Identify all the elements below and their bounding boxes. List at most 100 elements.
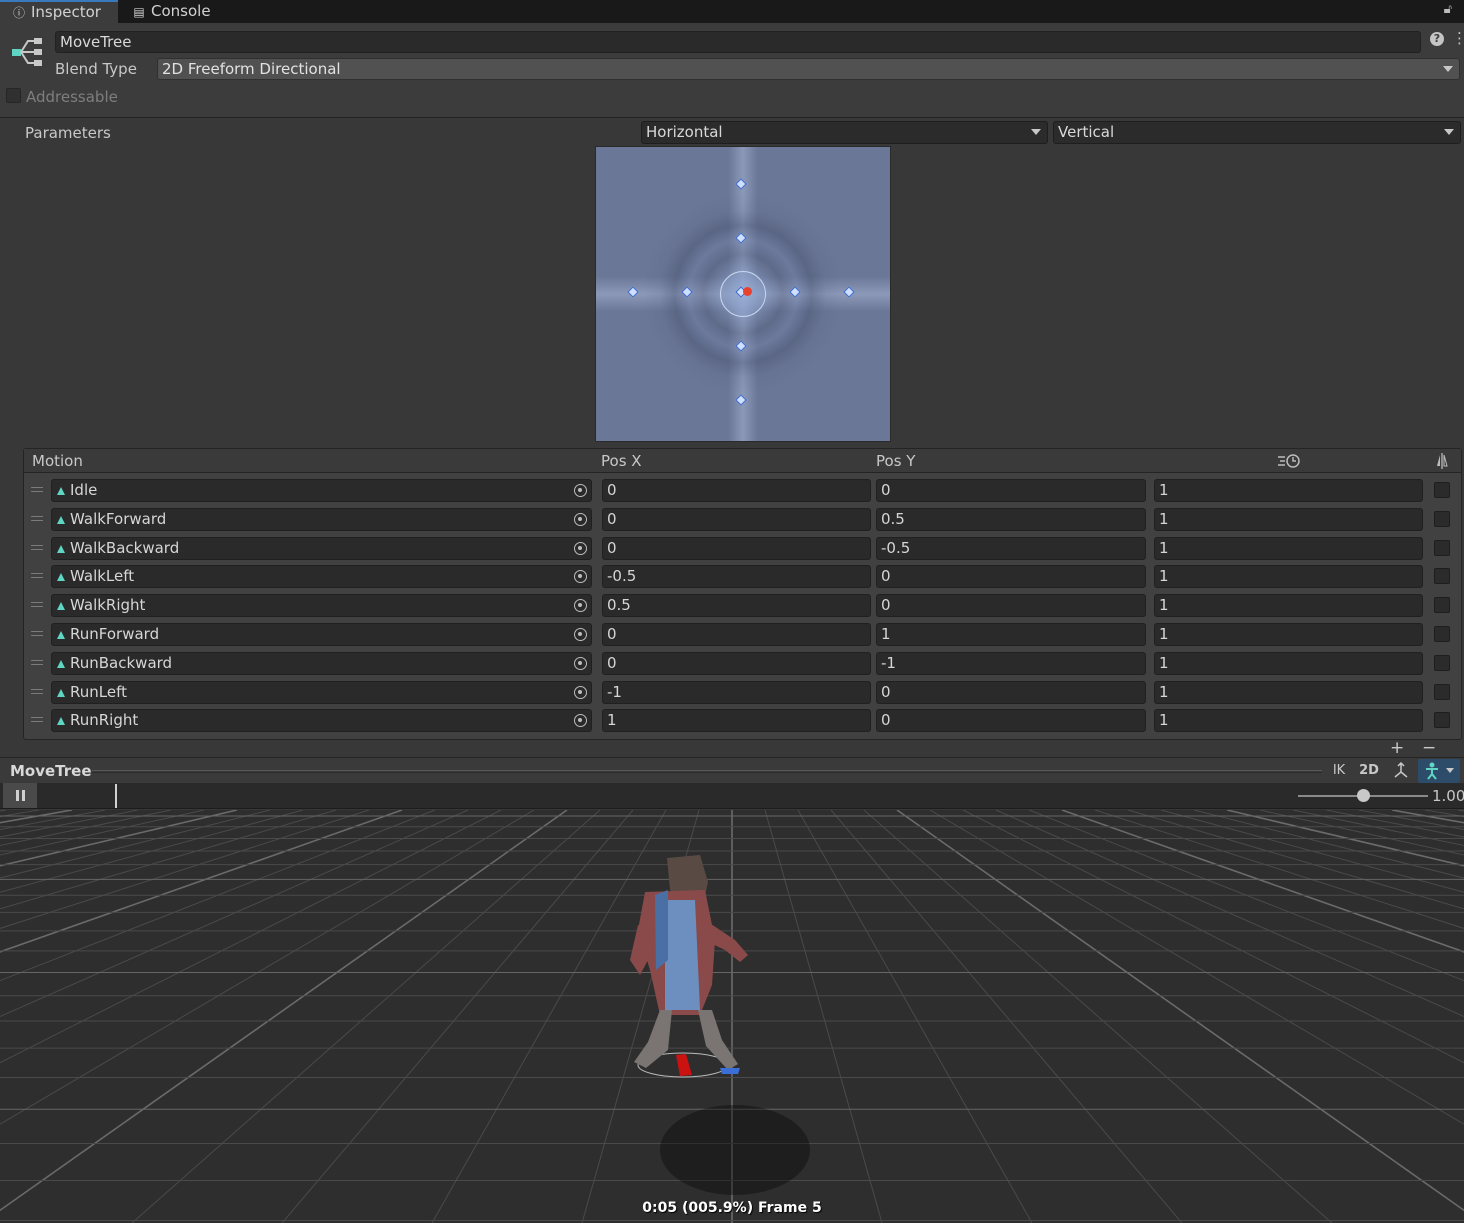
drag-handle-icon[interactable]: [31, 631, 43, 636]
playback-speed-knob[interactable]: [1357, 789, 1370, 802]
pos-y-field[interactable]: 0: [876, 594, 1146, 618]
pos-x-field[interactable]: 1: [602, 709, 871, 733]
object-picker-icon[interactable]: [574, 484, 587, 497]
object-picker-icon[interactable]: [574, 628, 587, 641]
time-scale-field[interactable]: 1: [1154, 680, 1423, 704]
timeline-scrubber[interactable]: [115, 784, 117, 808]
mirror-checkbox[interactable]: [1434, 539, 1450, 556]
drag-handle-icon[interactable]: [31, 487, 43, 492]
pos-y-field[interactable]: 0: [876, 680, 1146, 704]
blend-point[interactable]: [735, 232, 747, 244]
motion-field[interactable]: RunRight: [51, 709, 592, 733]
pause-button[interactable]: [3, 783, 37, 808]
motion-name: WalkForward: [70, 509, 167, 528]
motion-field[interactable]: WalkLeft: [51, 565, 592, 589]
blend-point[interactable]: [735, 394, 747, 406]
drag-handle-icon[interactable]: [31, 573, 43, 579]
object-picker-icon[interactable]: [574, 685, 587, 699]
mirror-checkbox[interactable]: [1434, 712, 1450, 729]
animation-clip-icon: [57, 688, 65, 697]
object-picker-icon[interactable]: [574, 656, 587, 670]
object-picker-icon[interactable]: [574, 512, 587, 526]
animation-clip-icon: [57, 602, 65, 611]
pos-y-field[interactable]: 1: [876, 623, 1146, 646]
mirror-checkbox[interactable]: [1434, 482, 1450, 498]
motion-field[interactable]: WalkRight: [51, 594, 592, 618]
motion-field[interactable]: RunLeft: [51, 680, 592, 704]
drag-handle-icon[interactable]: [31, 688, 43, 694]
object-picker-icon[interactable]: [574, 714, 587, 728]
pos-x-field[interactable]: -0.5: [602, 565, 871, 589]
motion-field[interactable]: WalkForward: [51, 507, 592, 531]
mirror-checkbox[interactable]: [1434, 683, 1450, 700]
tab-inspector[interactable]: ⓘ Inspector: [0, 0, 118, 23]
ik-toggle[interactable]: IK: [1327, 759, 1351, 783]
blend-point[interactable]: [735, 178, 747, 190]
pos-y-field[interactable]: -1: [876, 651, 1146, 675]
pos-x-field[interactable]: 0.5: [602, 594, 871, 618]
help-icon[interactable]: ?: [1430, 32, 1444, 46]
time-scale-field[interactable]: 1: [1154, 536, 1423, 560]
more-options-icon[interactable]: ⋮: [1452, 29, 1464, 47]
vertical-parameter-dropdown[interactable]: Vertical: [1053, 121, 1461, 144]
blend-point[interactable]: [843, 286, 855, 298]
mirror-checkbox[interactable]: [1434, 510, 1450, 527]
preview-drag-handle[interactable]: [92, 770, 1322, 773]
object-picker-icon[interactable]: [574, 541, 587, 555]
horizontal-parameter-dropdown[interactable]: Horizontal: [641, 121, 1048, 144]
drag-handle-icon[interactable]: [31, 659, 43, 665]
blend-type-dropdown[interactable]: 2D Freeform Directional: [157, 58, 1460, 80]
pos-x-field[interactable]: 0: [602, 536, 871, 560]
tab-console[interactable]: ▤ Console: [120, 0, 230, 23]
pos-y-field[interactable]: -0.5: [876, 536, 1146, 560]
pos-x-field[interactable]: 0: [602, 479, 871, 502]
table-row: RunBackward 0 -1 1: [24, 649, 1461, 678]
pivot-toggle[interactable]: [1387, 759, 1415, 783]
drag-handle-icon[interactable]: [31, 544, 43, 550]
time-scale-field[interactable]: 1: [1154, 651, 1423, 675]
time-scale-field[interactable]: 1: [1154, 565, 1423, 589]
pos-y-field[interactable]: 0.5: [876, 507, 1146, 531]
add-motion-button[interactable]: +: [1390, 740, 1404, 757]
blend-point[interactable]: [789, 286, 801, 298]
motion-field[interactable]: Idle: [51, 479, 592, 502]
remove-motion-button[interactable]: −: [1422, 740, 1436, 757]
current-blend-position[interactable]: [743, 287, 752, 296]
object-picker-icon[interactable]: [574, 599, 587, 613]
drag-handle-icon[interactable]: [31, 717, 43, 723]
time-scale-field[interactable]: 1: [1154, 479, 1423, 502]
2d-toggle[interactable]: 2D: [1356, 759, 1382, 783]
mirror-checkbox[interactable]: [1434, 568, 1450, 585]
mirror-checkbox[interactable]: [1434, 597, 1450, 614]
motion-field[interactable]: WalkBackward: [51, 536, 592, 560]
motion-field[interactable]: RunForward: [51, 623, 592, 646]
lock-icon[interactable]: 🔓︎: [1444, 2, 1452, 17]
avatar-preview-dropdown[interactable]: [1418, 759, 1460, 783]
blend-space-visualizer[interactable]: [595, 146, 891, 442]
character-model: [630, 855, 810, 1195]
chevron-down-icon: [1031, 129, 1041, 135]
pos-x-field[interactable]: 0: [602, 507, 871, 531]
mirror-checkbox[interactable]: [1434, 626, 1450, 642]
pos-x-field[interactable]: 0: [602, 651, 871, 675]
addressable-checkbox[interactable]: [6, 88, 21, 103]
name-field[interactable]: MoveTree: [55, 31, 1421, 53]
pos-y-field[interactable]: 0: [876, 709, 1146, 733]
time-scale-field[interactable]: 1: [1154, 507, 1423, 531]
object-picker-icon[interactable]: [574, 570, 587, 584]
motion-field[interactable]: RunBackward: [51, 651, 592, 675]
pos-y-field[interactable]: 0: [876, 565, 1146, 589]
mirror-checkbox[interactable]: [1434, 654, 1450, 671]
preview-viewport[interactable]: [0, 810, 1464, 1223]
time-scale-field[interactable]: 1: [1154, 594, 1423, 618]
blend-point[interactable]: [681, 286, 693, 298]
time-scale-field[interactable]: 1: [1154, 709, 1423, 733]
drag-handle-icon[interactable]: [31, 602, 43, 608]
time-scale-field[interactable]: 1: [1154, 623, 1423, 646]
pos-y-field[interactable]: 0: [876, 479, 1146, 502]
drag-handle-icon[interactable]: [31, 515, 43, 521]
pos-x-field[interactable]: 0: [602, 623, 871, 646]
pos-x-field[interactable]: -1: [602, 680, 871, 704]
blend-point[interactable]: [735, 340, 747, 352]
blend-point[interactable]: [627, 286, 639, 298]
